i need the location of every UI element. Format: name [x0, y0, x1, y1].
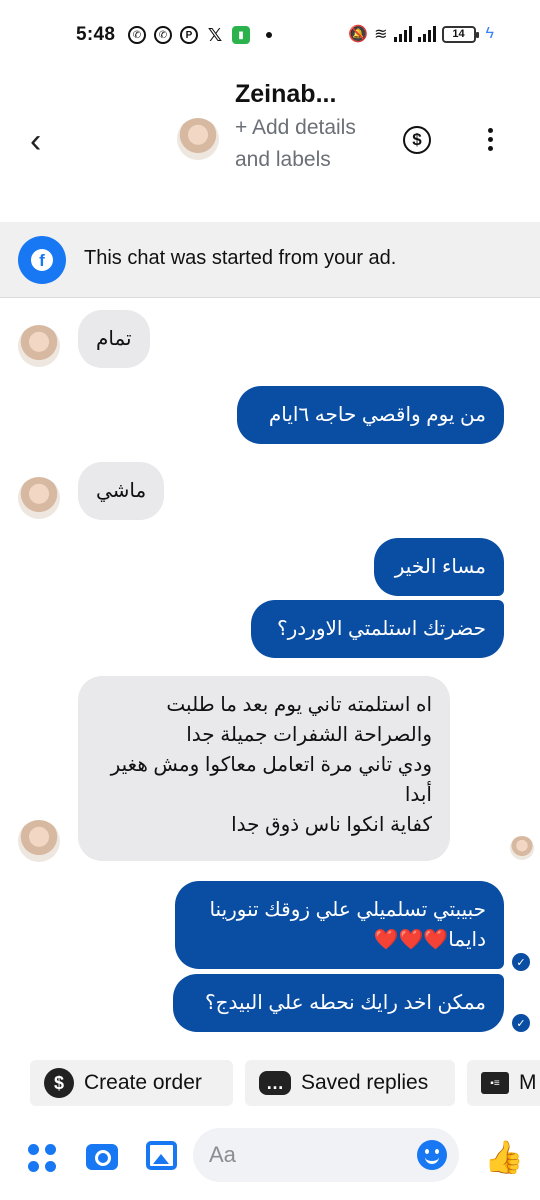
create-order-button[interactable]: $ Create order [30, 1060, 233, 1106]
message-bubble-incoming[interactable]: تمام [78, 310, 150, 368]
x-icon: 𝕏 [207, 24, 223, 45]
gallery-icon[interactable] [146, 1141, 177, 1170]
wifi-icon: ≋ [374, 26, 388, 43]
battery-saver-icon: ▮ [232, 26, 250, 44]
notification-icons: ✆ ✆ P 𝕏 ▮ [128, 24, 272, 45]
message-bubble-incoming[interactable]: ماشي [78, 462, 165, 520]
composer: 👍 [0, 1120, 540, 1200]
back-button[interactable]: ‹ [30, 122, 41, 161]
signal-icon [417, 26, 436, 42]
more-notifications-icon [266, 32, 272, 38]
message-input-wrapper [193, 1128, 459, 1182]
camera-icon[interactable] [86, 1144, 118, 1170]
charging-icon: ϟ [485, 25, 494, 42]
chat-bubbles-icon: … [259, 1071, 291, 1095]
ad-banner-text: This chat was started from your ad. [84, 247, 397, 269]
thumbs-up-icon[interactable]: 👍 [484, 1138, 524, 1176]
battery-icon: 14 [441, 25, 479, 43]
saved-replies-label: Saved replies [301, 1071, 429, 1094]
more-options-icon[interactable] [488, 128, 493, 151]
avatar [18, 820, 60, 862]
message-bubble-outgoing[interactable]: ممكن اخد رايك نحطه علي البيدج؟ [173, 974, 504, 1032]
contact-card-icon: ▪≡ [481, 1072, 509, 1094]
chat-header: ‹ Zeinab... + Add details and labels $ [0, 72, 540, 222]
contact-card-label: M [519, 1071, 537, 1094]
facebook-icon: f [18, 236, 66, 284]
apps-grid-icon[interactable] [28, 1144, 56, 1172]
ad-banner: f This chat was started from your ad. [0, 222, 540, 298]
avatar [18, 477, 60, 519]
create-order-label: Create order [84, 1071, 202, 1094]
contact-card-button[interactable]: ▪≡ M [467, 1060, 540, 1106]
message-bubble-outgoing[interactable]: من يوم واقصي حاجه ٦ايام [237, 386, 504, 444]
contact-name[interactable]: Zeinab... [235, 80, 336, 109]
emoji-icon[interactable] [417, 1140, 447, 1170]
message-bubble-outgoing[interactable]: مساء الخير [374, 538, 504, 596]
status-time: 5:48 [76, 24, 116, 45]
seen-avatar [510, 836, 534, 860]
status-bar: 5:48 ✆ ✆ P 𝕏 ▮ 🔕 ≋ 14 ϟ [0, 0, 540, 72]
message-bubble-incoming[interactable]: اه استلمته تاني يوم بعد ما طلبت والصراحة… [78, 676, 450, 861]
avatar [18, 325, 60, 367]
message-bubble-outgoing[interactable]: حضرتك استلمتي الاوردر؟ [251, 600, 504, 658]
delivered-check-icon: ✓ [512, 953, 530, 971]
message-bubble-outgoing[interactable]: حبيبتي تسلميلي علي زوقك تنورينا دايما❤️❤… [175, 881, 504, 969]
signal-icon [393, 26, 412, 42]
system-icons: 🔕 ≋ 14 ϟ [348, 24, 494, 44]
message-input[interactable] [209, 1140, 399, 1170]
delivered-check-icon: ✓ [512, 1014, 530, 1032]
saved-replies-button[interactable]: … Saved replies [245, 1060, 455, 1106]
contact-avatar[interactable] [177, 118, 219, 160]
whatsapp-icon: ✆ [128, 26, 146, 44]
add-details-link[interactable]: + Add details and labels [235, 112, 385, 176]
dollar-icon[interactable]: $ [403, 126, 431, 154]
whatsapp-business-icon: ✆ [154, 26, 172, 44]
dollar-icon: $ [44, 1068, 74, 1098]
pinterest-icon: P [180, 26, 198, 44]
mute-icon: 🔕 [348, 26, 369, 43]
